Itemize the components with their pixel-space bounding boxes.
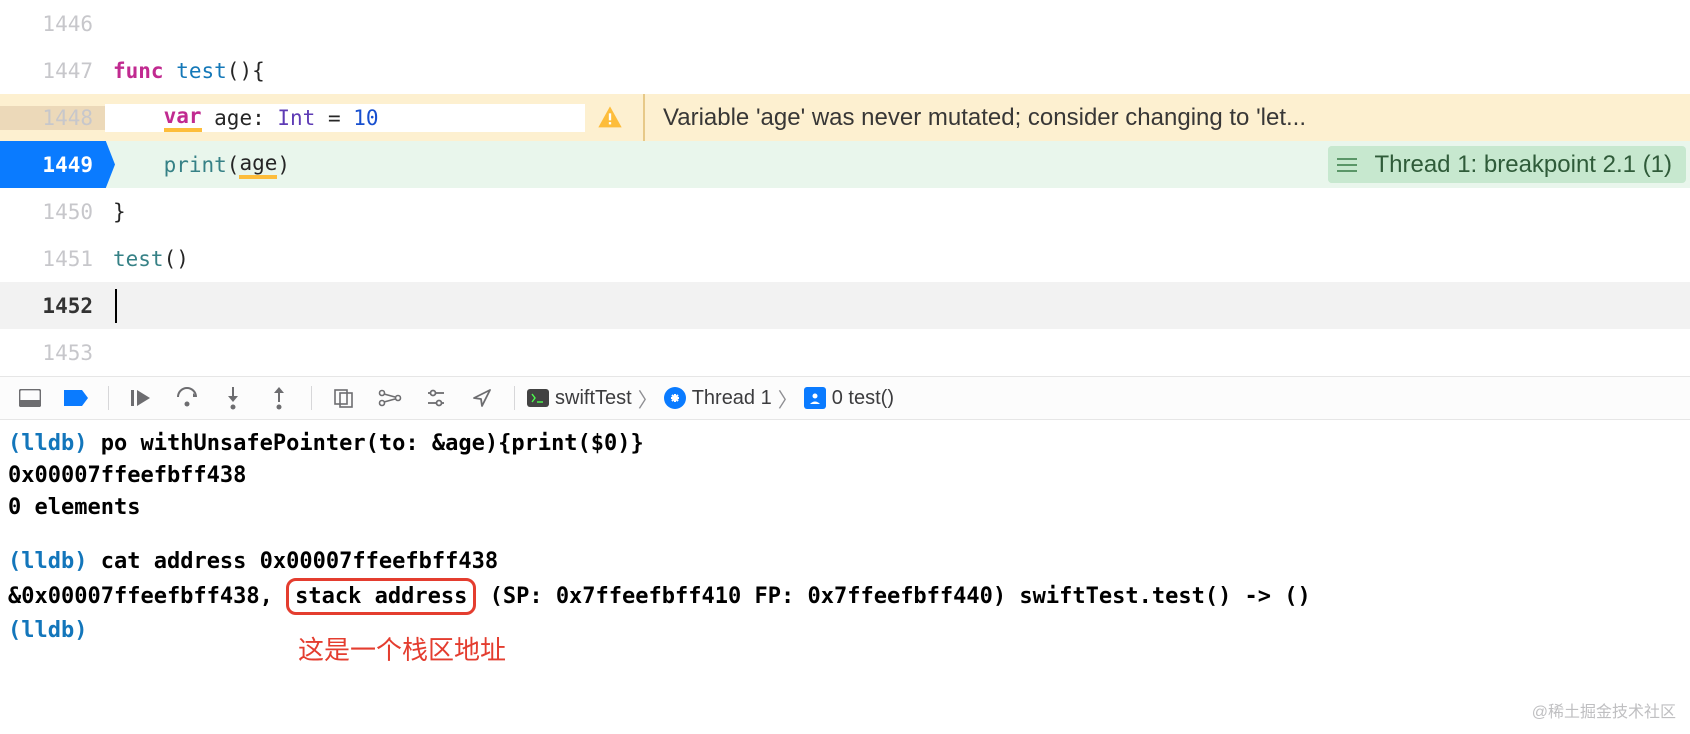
crumb-frame: 0 test() — [832, 387, 894, 410]
code-editor[interactable]: 1446 1447 func test(){ 1448 var age: Int… — [0, 0, 1690, 376]
line-number: 1447 — [0, 59, 105, 83]
type-int: Int — [277, 106, 315, 130]
debug-console[interactable]: (lldb) po withUnsafePointer(to: &age){pr… — [0, 420, 1690, 734]
crumb-thread: Thread 1 — [692, 387, 772, 410]
arg-age: age — [239, 151, 277, 179]
chevron-right-icon: 〉 — [778, 384, 798, 413]
breakpoint-gutter[interactable]: 1449 — [0, 141, 105, 188]
equals: = — [315, 106, 353, 130]
terminal-icon — [527, 389, 549, 407]
frame-icon — [804, 387, 826, 409]
code-line-1450[interactable]: 1450 } — [0, 188, 1690, 235]
thread-breakpoint-banner[interactable]: Thread 1: breakpoint 2.1 (1) — [1328, 146, 1686, 183]
keyword-var: var — [164, 104, 202, 132]
debug-memory-graph-button[interactable] — [370, 380, 410, 416]
highlighted-stack-address: stack address — [286, 578, 476, 616]
code-line-1453[interactable]: 1453 — [0, 329, 1690, 376]
line-number: 1446 — [0, 12, 105, 36]
lldb-prompt: (lldb) — [8, 549, 87, 574]
punct: () — [164, 247, 189, 271]
close-brace: } — [113, 200, 126, 224]
print-call: print — [164, 153, 227, 177]
debug-toolbar: swiftTest 〉 Thread 1 〉 0 test() — [0, 376, 1690, 420]
console-out-pre: &0x00007ffeefbff438, — [8, 584, 286, 609]
console-line: 0 elements — [8, 492, 1682, 524]
toolbar-separator — [514, 386, 515, 410]
toolbar-separator — [311, 386, 312, 410]
debug-breadcrumb[interactable]: swiftTest 〉 Thread 1 〉 0 test() — [527, 384, 894, 413]
punct: ) — [277, 153, 290, 177]
warning-banner[interactable]: Variable 'age' was never mutated; consid… — [595, 94, 1306, 141]
crumb-target: swiftTest — [555, 387, 632, 410]
code-line-1449[interactable]: 1449 print(age) Thread 1: breakpoint 2.1… — [0, 141, 1690, 188]
text-cursor — [115, 289, 117, 323]
lldb-prompt: (lldb) — [8, 431, 87, 456]
func-name: test — [164, 59, 227, 83]
toolbar-separator — [108, 386, 109, 410]
deactivate-breakpoints-button[interactable] — [56, 380, 96, 416]
environment-overrides-button[interactable] — [416, 380, 456, 416]
continue-button[interactable] — [121, 380, 161, 416]
console-line: &0x00007ffeefbff438, stack address (SP: … — [8, 578, 1682, 616]
code-line-1446[interactable]: 1446 — [0, 0, 1690, 47]
line-number: 1448 — [0, 106, 105, 130]
line-number: 1450 — [0, 200, 105, 224]
debug-view-hierarchy-button[interactable] — [324, 380, 364, 416]
code-line-1452[interactable]: 1452 — [0, 282, 1690, 329]
code-line-1448[interactable]: 1448 var age: Int = 10 Variable 'age' wa… — [0, 94, 1690, 141]
keyword-func: func — [113, 59, 164, 83]
var-name: age — [202, 106, 253, 130]
console-line: (lldb) po withUnsafePointer(to: &age){pr… — [8, 428, 1682, 460]
annotation-text: 这是一个栈区地址 — [298, 632, 506, 670]
line-number: 1449 — [42, 153, 93, 177]
line-number: 1452 — [0, 294, 105, 318]
chevron-right-icon: 〉 — [638, 384, 658, 413]
console-cmd: po withUnsafePointer(to: &age){print($0)… — [87, 431, 643, 456]
console-line: 0x00007ffeefbff438 — [8, 460, 1682, 492]
step-into-button[interactable] — [213, 380, 253, 416]
warning-text: Variable 'age' was never mutated; consid… — [663, 104, 1306, 132]
console-cmd: cat address 0x00007ffeefbff438 — [87, 549, 498, 574]
simulate-location-button[interactable] — [462, 380, 502, 416]
punct: ( — [227, 153, 240, 177]
line-number: 1453 — [0, 341, 105, 365]
thread-banner-text: Thread 1: breakpoint 2.1 (1) — [1366, 151, 1672, 179]
lldb-prompt: (lldb) — [8, 618, 87, 643]
step-over-button[interactable] — [167, 380, 207, 416]
hamburger-icon — [1328, 146, 1366, 183]
hide-debug-area-button[interactable] — [10, 380, 50, 416]
code-line-1451[interactable]: 1451 test() — [0, 235, 1690, 282]
line-number: 1451 — [0, 247, 105, 271]
literal-10: 10 — [353, 106, 378, 130]
thread-icon — [664, 387, 686, 409]
warning-icon — [595, 103, 625, 133]
punct: (){ — [227, 59, 265, 83]
console-out-post: (SP: 0x7ffeefbff410 FP: 0x7ffeefbff440) … — [476, 584, 1310, 609]
console-line: (lldb) cat address 0x00007ffeefbff438 — [8, 546, 1682, 578]
code-line-1447[interactable]: 1447 func test(){ — [0, 47, 1690, 94]
console-line: (lldb) — [8, 615, 1682, 647]
step-out-button[interactable] — [259, 380, 299, 416]
colon: : — [252, 106, 277, 130]
warning-divider — [643, 94, 645, 141]
test-call: test — [113, 247, 164, 271]
watermark-text: @稀土掘金技术社区 — [1532, 701, 1676, 724]
